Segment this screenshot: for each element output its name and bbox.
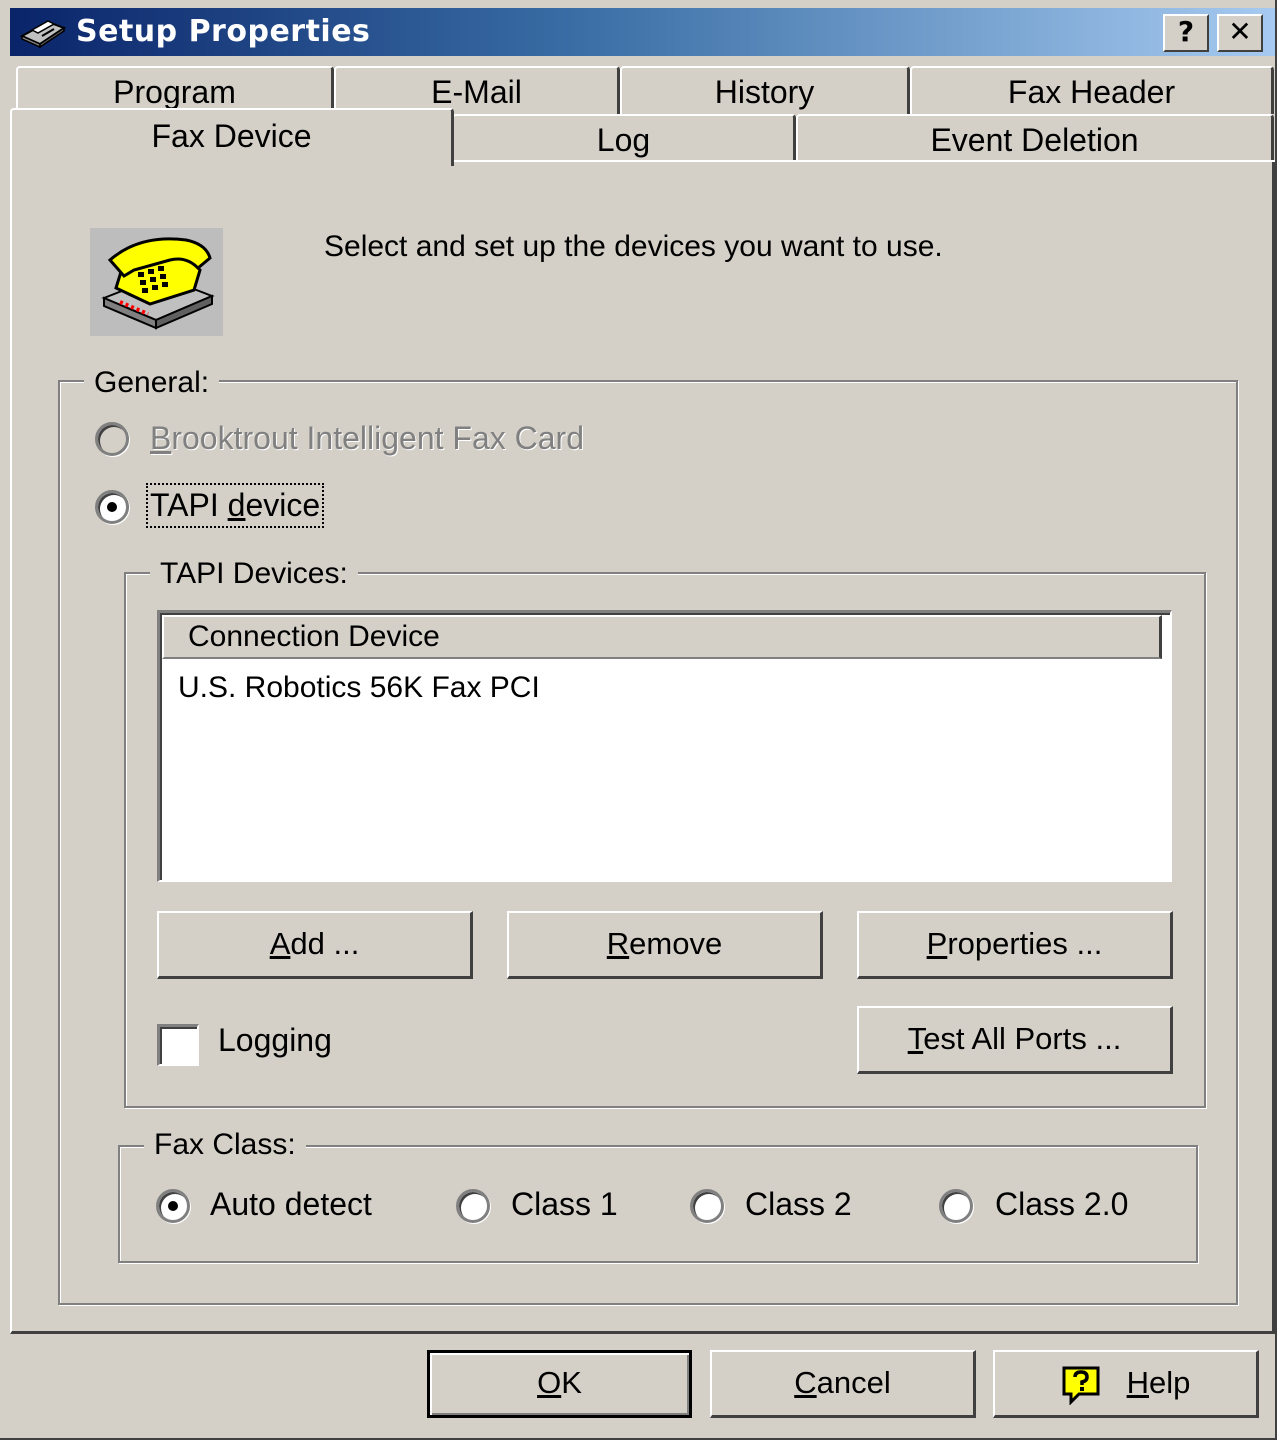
tab-history-label: History: [714, 74, 815, 110]
fax-class-legend: Fax Class:: [144, 1128, 306, 1162]
fax-machine-icon: [19, 20, 67, 48]
tapi-device-label-prefix: TAPI: [150, 487, 228, 523]
cancel-mnemonic: C: [794, 1365, 817, 1400]
tab-event-deletion-label: Event Deletion: [930, 122, 1139, 158]
test-all-ports-label-rest: est All Ports ...: [923, 1021, 1122, 1056]
radio-selected-dot: [107, 502, 117, 512]
brooktrout-radio[interactable]: [95, 422, 129, 456]
title-help-button[interactable]: ?: [1163, 14, 1209, 52]
intro-text: Select and set up the devices you want t…: [324, 230, 943, 263]
tapi-device-mnemonic: d: [227, 487, 246, 523]
logging-checkbox[interactable]: [157, 1024, 199, 1066]
test-all-ports-button[interactable]: Test All Ports ...: [857, 1006, 1173, 1074]
connection-device-list[interactable]: Connection Device U.S. Robotics 56K Fax …: [157, 610, 1172, 882]
tapi-devices-legend: TAPI Devices:: [150, 557, 358, 591]
list-item[interactable]: U.S. Robotics 56K Fax PCI: [178, 671, 540, 705]
brooktrout-mnemonic: B: [150, 420, 172, 456]
properties-label-rest: roperties ...: [947, 926, 1103, 961]
tab-fax-device[interactable]: Fax Device: [10, 108, 454, 166]
class-2-radio[interactable]: [690, 1189, 724, 1223]
properties-button[interactable]: Properties ...: [857, 911, 1173, 979]
tapi-device-label-rest: evice: [245, 487, 321, 523]
tab-email-label: E-Mail: [431, 74, 522, 110]
title-close-button[interactable]: ✕: [1217, 14, 1263, 52]
tab-log[interactable]: Log: [452, 114, 796, 162]
tab-log-label: Log: [596, 122, 651, 158]
ok-label-rest: K: [561, 1365, 582, 1400]
help-label-rest: elp: [1149, 1365, 1191, 1400]
tab-history[interactable]: History: [620, 66, 910, 114]
tab-event-deletion[interactable]: Event Deletion: [796, 114, 1274, 162]
class-2-0-radio[interactable]: [939, 1189, 973, 1223]
tab-program[interactable]: Program: [16, 66, 334, 114]
brooktrout-label: Brooktrout Intelligent Fax Card: [150, 420, 584, 457]
tapi-device-radio[interactable]: [95, 490, 129, 524]
test-all-ports-mnemonic: T: [907, 1021, 924, 1056]
add-label-rest: dd ...: [290, 926, 360, 961]
general-legend: General:: [84, 366, 220, 400]
window-title: Setup Properties: [76, 14, 371, 49]
tab-program-label: Program: [113, 74, 236, 110]
tapi-device-label[interactable]: TAPI device: [145, 483, 325, 528]
logging-label: Logging: [218, 1022, 332, 1058]
auto-detect-label: Auto detect: [210, 1186, 372, 1222]
tab-email[interactable]: E-Mail: [334, 66, 620, 114]
add-button[interactable]: Add ...: [157, 911, 473, 979]
tab-fax-device-label: Fax Device: [151, 118, 312, 154]
auto-detect-radio[interactable]: [156, 1189, 190, 1223]
cancel-button[interactable]: Cancel: [710, 1350, 976, 1418]
remove-button[interactable]: Remove: [507, 911, 823, 979]
help-button[interactable]: Help: [993, 1350, 1259, 1418]
ok-mnemonic: O: [537, 1365, 562, 1400]
setup-properties-dialog: Setup Properties ? ✕ Program E-Mail Hist…: [0, 0, 1277, 1440]
title-bar[interactable]: Setup Properties ? ✕: [10, 8, 1275, 56]
properties-mnemonic: P: [926, 926, 948, 961]
cancel-label-rest: ancel: [816, 1365, 891, 1400]
telephone-icon: [90, 228, 223, 336]
tab-fax-header[interactable]: Fax Header: [910, 66, 1274, 114]
remove-label-rest: emove: [629, 926, 723, 961]
class-2-0-label: Class 2.0: [995, 1186, 1129, 1222]
add-mnemonic: A: [269, 926, 291, 961]
column-header-connection-device[interactable]: Connection Device: [162, 615, 1162, 659]
help-mnemonic: H: [1126, 1365, 1149, 1400]
class-2-label: Class 2: [745, 1186, 852, 1222]
radio-selected-dot: [168, 1201, 178, 1211]
ok-button[interactable]: OK: [427, 1350, 692, 1418]
tab-fax-header-label: Fax Header: [1007, 74, 1176, 110]
brooktrout-label-rest: rooktrout Intelligent Fax Card: [171, 420, 584, 456]
remove-mnemonic: R: [606, 926, 630, 961]
class-1-radio[interactable]: [456, 1189, 490, 1223]
class-1-label: Class 1: [511, 1186, 618, 1222]
help-question-icon: [1062, 1366, 1100, 1405]
